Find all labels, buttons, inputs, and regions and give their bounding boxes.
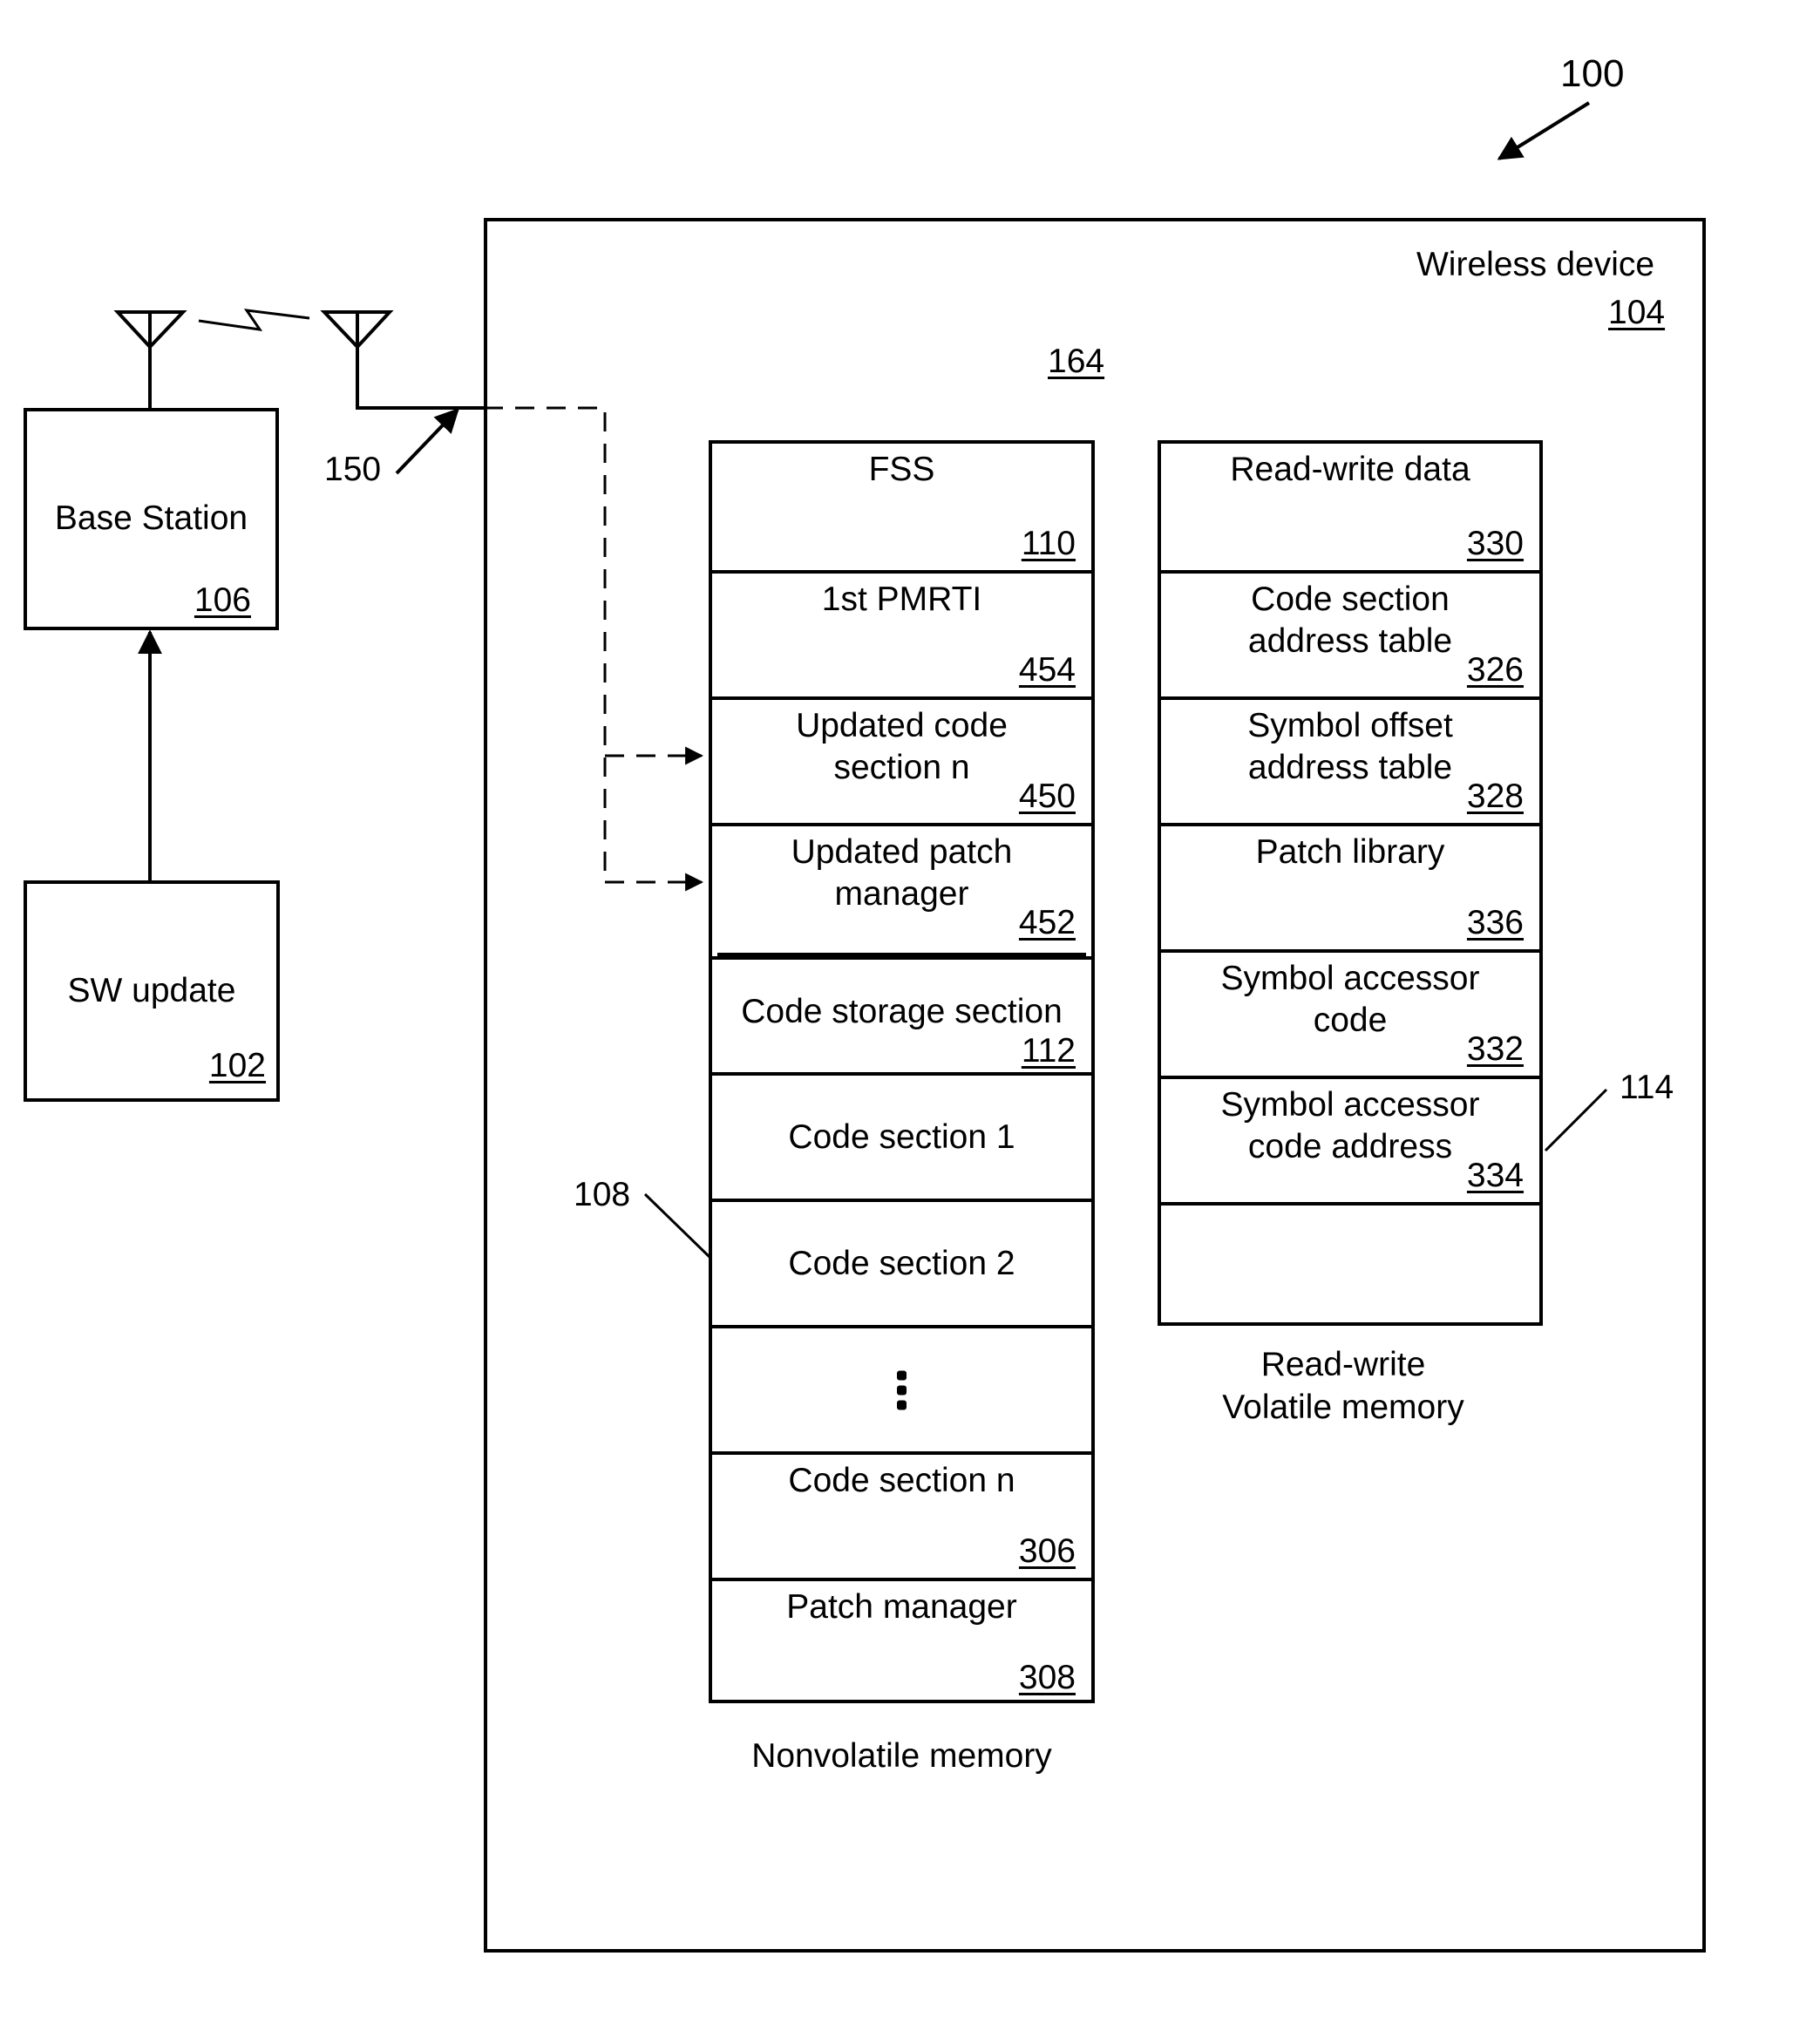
vm-row: Symbol accessor code address 334 — [1161, 1076, 1539, 1202]
link-ref-arrow — [395, 407, 459, 475]
nv-row: Code storage section 112 — [712, 956, 1091, 1072]
nv-row: 1st PMRTI 454 — [712, 570, 1091, 696]
nv-ref-label: 108 — [574, 1176, 631, 1213]
device-antenna-icon — [320, 310, 484, 410]
vm-row-ref: 334 — [1466, 1157, 1524, 1194]
wireless-device-ref: 104 — [1608, 294, 1666, 331]
nv-row-ref: 452 — [1018, 904, 1076, 941]
nv-row-title: 1st PMRTI — [821, 581, 982, 618]
vm-row: Read-write data 330 — [1161, 444, 1539, 570]
wireless-link-icon — [198, 309, 310, 331]
base-station-box: Base Station 106 — [24, 408, 279, 630]
vm-row-title: Symbol accessor code address — [1220, 1086, 1480, 1165]
nv-row: Code section 2 — [712, 1199, 1091, 1325]
nv-row-title: FSS — [868, 451, 935, 488]
vm-row: Code section address table 326 — [1161, 570, 1539, 696]
base-station-antenna-icon — [113, 310, 187, 408]
vm-row-ref: 332 — [1466, 1030, 1524, 1068]
vm-row-ref: 330 — [1466, 525, 1524, 562]
vm-row: Symbol accessor code 332 — [1161, 949, 1539, 1076]
nv-row-title: Code section n — [788, 1462, 1015, 1499]
vm-row — [1161, 1202, 1539, 1328]
nv-row — [712, 1325, 1091, 1451]
nv-row: Patch manager 308 — [712, 1578, 1091, 1704]
volatile-ref-label: 114 — [1620, 1069, 1674, 1106]
nv-row: Updated patch manager 452 — [712, 823, 1091, 949]
nv-row-title: Updated patch manager — [791, 833, 1013, 913]
nv-caption: Nonvolatile memory — [751, 1737, 1052, 1775]
vm-row-title: Symbol offset address table — [1247, 707, 1453, 786]
sw-update-box: SW update 102 — [24, 880, 280, 1102]
figure-reference-label: 100 — [1560, 52, 1625, 95]
nv-row: FSS 110 — [712, 444, 1091, 570]
nv-row: Code section n 306 — [712, 1451, 1091, 1578]
ellipsis-icon — [896, 1365, 907, 1415]
vm-row-ref: 328 — [1466, 778, 1524, 815]
nv-row-title: Code section 2 — [788, 1244, 1015, 1282]
vm-row-title: Code section address table — [1247, 581, 1453, 660]
link-ref-label: 150 — [324, 451, 382, 488]
nv-row-ref: 454 — [1018, 651, 1076, 689]
nv-row-ref: 450 — [1018, 778, 1076, 815]
nv-row-title: Code storage section — [741, 993, 1063, 1030]
base-station-ref: 106 — [194, 581, 251, 619]
vm-row: Patch library 336 — [1161, 823, 1539, 949]
nv-row: Updated code section n 450 — [712, 696, 1091, 823]
vm-row-title: Patch library — [1255, 833, 1445, 871]
nv-row-ref: 306 — [1018, 1532, 1076, 1570]
base-station-label: Base Station — [54, 499, 248, 537]
nv-row-ref: 110 — [1021, 525, 1076, 562]
sw-update-ref: 102 — [208, 1047, 266, 1084]
vm-row-ref: 326 — [1466, 651, 1524, 689]
sw-update-label: SW update — [67, 972, 236, 1009]
wireless-device-label: Wireless device — [1416, 246, 1655, 283]
volatile-caption-line2: Volatile memory — [1222, 1389, 1464, 1426]
vm-row: Symbol offset address table 328 — [1161, 696, 1539, 823]
device-inner-ref: 164 — [1048, 343, 1105, 380]
volatile-memory-block: Read-write data 330 Code section address t… — [1158, 440, 1543, 1326]
vm-row-title: Read-write data — [1230, 451, 1470, 488]
nv-row-ref: 308 — [1018, 1659, 1076, 1696]
volatile-caption-line1: Read-write — [1260, 1346, 1426, 1383]
nv-row-title: Patch manager — [786, 1588, 1017, 1626]
vm-row-ref: 336 — [1466, 904, 1524, 941]
nonvolatile-memory-block: FSS 110 1st PMRTI 454 Updated code section n… — [709, 440, 1095, 1703]
nv-row: Code section 1 — [712, 1072, 1091, 1199]
nv-row-title: Code section 1 — [788, 1117, 1015, 1156]
figure-ref-arrow — [1497, 101, 1591, 160]
nv-row-title: Updated code section n — [796, 707, 1008, 786]
nv-row-ref: 112 — [1021, 1032, 1076, 1070]
vm-row-title: Symbol accessor code — [1220, 960, 1480, 1039]
